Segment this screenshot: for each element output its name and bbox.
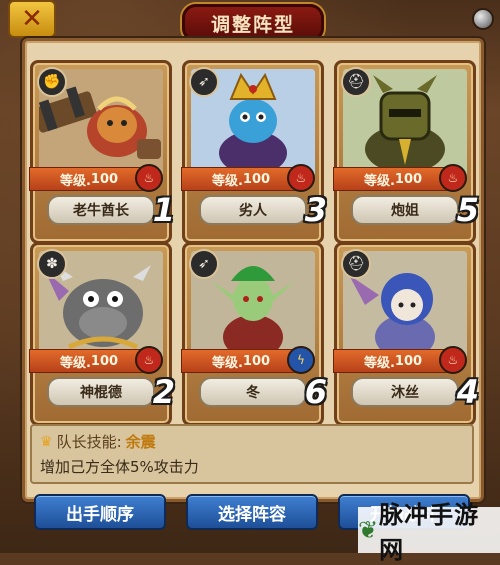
fist-icon: ✊ (37, 67, 67, 97)
hero-name: 冬 (199, 377, 307, 407)
paw-icon: ✽ (37, 249, 67, 279)
level-value: 100 (394, 171, 423, 187)
close-icon: ✕ (21, 4, 43, 34)
level-ribbon: 等级. 100 (181, 167, 301, 191)
level-prefix: 等级. (363, 173, 395, 189)
hero-name: 劣人 (199, 195, 307, 225)
hero-card-6[interactable]: ⛑ 等级. 100 ♨ 沐丝 4 (333, 242, 479, 426)
level-prefix: 等级. (211, 355, 243, 371)
level-prefix: 等级. (211, 173, 243, 189)
slot-number: 5 (456, 191, 479, 229)
leader-skill-name: 余震 (125, 433, 156, 451)
level-value: 100 (90, 353, 119, 369)
level-ribbon: 等级. 100 (333, 349, 453, 373)
choose-lineup-button[interactable]: 选择阵容 (186, 494, 318, 530)
hero-name: 炮姐 (351, 195, 459, 225)
hero-card-5[interactable]: ➶ 等级. 100 ϟ 冬 6 (181, 242, 327, 426)
level-value: 100 (394, 353, 423, 369)
helmet-icon: ⛑ (341, 67, 371, 97)
hero-card-3[interactable]: ⛑ 等级. 100 ♨ 炮姐 5 (333, 60, 479, 244)
slot-number: 1 (152, 191, 175, 229)
slot-number: 4 (456, 373, 479, 411)
lightning-icon: ϟ (287, 346, 315, 374)
leader-skill-header: ♛ 队长技能: 余震 (40, 431, 156, 452)
slot-number: 6 (304, 373, 327, 411)
bow-icon: ➶ (189, 67, 219, 97)
level-value: 100 (90, 171, 119, 187)
hero-name: 神棍德 (47, 377, 155, 407)
watermark-logo: ❦ 脉冲手游网 (358, 501, 500, 564)
flame-icon: ♨ (439, 164, 467, 192)
leaf-icon: ❦ (358, 516, 380, 544)
flame-icon: ♨ (439, 346, 467, 374)
hero-name: 沐丝 (351, 377, 459, 407)
hero-card-4[interactable]: ✽ 等级. 100 ♨ 神棍德 2 (29, 242, 175, 426)
crown-icon: ♛ (40, 433, 53, 450)
close-button[interactable]: ✕ (8, 0, 56, 38)
level-prefix: 等级. (59, 173, 91, 189)
level-value: 100 (242, 171, 271, 187)
flame-icon: ♨ (135, 346, 163, 374)
hero-card-1[interactable]: ✊ 等级. 100 ♨ 老牛酋长 1 (29, 60, 175, 244)
leader-skill-description: 增加己方全体5%攻击力 (40, 458, 199, 476)
hero-card-2[interactable]: ➶ 等级. 100 ♨ 劣人 3 (181, 60, 327, 244)
slot-number: 3 (304, 191, 327, 229)
order-button[interactable]: 出手顺序 (34, 494, 166, 530)
watermark-text: 脉冲手游网 (379, 501, 480, 564)
page-title: 调整阵型 (182, 4, 324, 42)
leader-skill-label: 队长技能: (56, 433, 122, 451)
level-prefix: 等级. (59, 355, 91, 371)
slot-number: 2 (152, 373, 175, 411)
flame-icon: ♨ (287, 164, 315, 192)
level-value: 100 (242, 353, 271, 369)
leader-skill-box: ♛ 队长技能: 余震 增加己方全体5%攻击力 (30, 424, 474, 484)
hero-name: 老牛酋长 (47, 195, 155, 225)
orb-decoration (472, 8, 494, 30)
level-ribbon: 等级. 100 (333, 167, 453, 191)
level-prefix: 等级. (363, 355, 395, 371)
helmet-icon: ⛑ (341, 249, 371, 279)
level-ribbon: 等级. 100 (29, 349, 149, 373)
level-ribbon: 等级. 100 (181, 349, 301, 373)
level-ribbon: 等级. 100 (29, 167, 149, 191)
bow-icon: ➶ (189, 249, 219, 279)
flame-icon: ♨ (135, 164, 163, 192)
